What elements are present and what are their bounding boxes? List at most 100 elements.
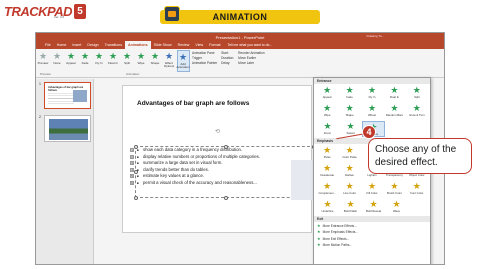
slide-thumbnail-2[interactable] [44, 115, 91, 142]
ribbon-button-effect-options[interactable]: ★ Effect Options [163, 50, 176, 72]
animation-order-tag[interactable]: 5 [130, 174, 134, 178]
slide-image[interactable] [291, 160, 313, 200]
slide-thumbnail-1[interactable]: Advantages of bar graph are follows [44, 82, 91, 109]
effect-complemen[interactable]: ★ Complemen... [316, 181, 338, 197]
group-label-preview: Preview [40, 72, 51, 76]
ribbon-button-appear[interactable]: ★ Appear [65, 50, 78, 72]
slide-title[interactable]: Advantages of bar graph are follows [137, 100, 249, 107]
ribbon-button-label: Shape [150, 61, 160, 65]
resize-handle[interactable] [134, 196, 138, 200]
effect-label: Transparency [385, 173, 403, 177]
effect-underline[interactable]: ★ Underline [316, 199, 339, 215]
resize-handle[interactable] [134, 145, 138, 149]
effect-label: Zoom [323, 131, 332, 135]
effect-float-in[interactable]: ★ Float In [383, 85, 405, 101]
ribbon-button-float-in[interactable]: ★ Float In [107, 50, 120, 72]
chapter-banner: ANIMATION [160, 6, 320, 24]
banner-title: ANIMATION [212, 12, 268, 22]
ribbon-options-options-col2: Start: Duration: Delay: [219, 49, 236, 77]
effect-label: Underline [321, 209, 334, 213]
effect-bold-flash[interactable]: ★ Bold Flash [339, 199, 362, 215]
menu-tab-transitions[interactable]: Transitions [102, 41, 125, 49]
effect-fly-in[interactable]: ★ Fly In [361, 85, 383, 101]
tell-me-search[interactable]: Tell me what you want to do... [228, 43, 273, 47]
window-title: Presentation1 - PowerPoint [215, 34, 265, 40]
menu-tab-review[interactable]: Review [175, 41, 193, 49]
ribbon-button-preview[interactable]: ★ Preview [37, 50, 50, 72]
effect-label: Wave [392, 209, 401, 213]
slide-number-2: 2 [39, 115, 41, 119]
effect-label: Font Color [410, 191, 424, 195]
menu-tab-format[interactable]: Format [206, 41, 223, 49]
effect-line-color[interactable]: ★ Line Color [338, 181, 360, 197]
brand-logo: TRACKPAD 5 [4, 4, 86, 19]
menu-more-motion-paths[interactable]: ★ More Motion Paths... [317, 242, 427, 248]
effect-font-color[interactable]: ★ Font Color [406, 181, 428, 197]
thumbnail-text [48, 91, 74, 105]
menu-label: More Motion Paths... [322, 242, 353, 247]
ribbon-option[interactable]: Delay: [221, 61, 234, 66]
ribbon-button-split[interactable]: ★ Split [121, 50, 134, 72]
effect-label: Appear [322, 95, 332, 99]
group-label-animation: Animation [126, 72, 140, 76]
menu-tab-home[interactable]: Home [54, 41, 70, 49]
effect-darken[interactable]: ★ Darken [338, 163, 360, 179]
gallery-row: ★ Wipe ★ Shape ★ Wheel ★ Random Bars ★ Grow & Tur… [314, 102, 430, 120]
effect-split[interactable]: ★ Split [406, 85, 428, 101]
effect-fill-color[interactable]: ★ Fill Color [361, 181, 383, 197]
effect-grow-turn[interactable]: ★ Grow & Turn [406, 103, 428, 119]
effect-brush-color[interactable]: ★ Brush Color [383, 181, 405, 197]
ribbon-button-label: None [53, 61, 61, 65]
bullet-item[interactable]: permit a visual check of the accuracy an… [136, 180, 314, 187]
ribbon-button-wipe[interactable]: ★ Wipe [135, 50, 148, 72]
gallery-row: ★ Complemen... ★ Line Color ★ Fill Color ★ Brus… [314, 180, 430, 198]
menu-tab-insert[interactable]: Insert [69, 41, 84, 49]
effect-pulse[interactable]: ★ Pulse [316, 145, 338, 161]
resize-handle[interactable] [134, 170, 138, 174]
effect-wheel[interactable]: ★ Wheel [361, 103, 383, 119]
animation-order-tag[interactable]: 2 [130, 154, 134, 159]
effect-label: Fade [346, 95, 353, 99]
effect-appear[interactable]: ★ Appear [316, 85, 338, 101]
effect-desaturate[interactable]: ★ Desaturate [316, 163, 338, 179]
effect-wave[interactable]: ★ Wave [385, 199, 408, 215]
menu-bar: File Home Insert Design Transitions Animation… [36, 41, 444, 49]
rotate-handle-icon[interactable]: ⟲ [215, 128, 220, 135]
star-icon: ★ [317, 241, 321, 247]
animation-order-tag[interactable]: 6 [130, 180, 134, 185]
animation-order-tag[interactable]: 1 [130, 148, 134, 152]
ribbon-button-label: Effect Options [163, 61, 175, 69]
effect-shape[interactable]: ★ Shape [338, 103, 360, 119]
animation-order-tag[interactable]: 3 [130, 161, 134, 165]
ribbon-button-add-animation[interactable]: ★ Add Animation [176, 50, 190, 72]
effect-label: Desaturate [320, 173, 335, 177]
effect-bold-reveal[interactable]: ★ Bold Reveal [362, 199, 385, 215]
ribbon-button-none[interactable]: ★ None [51, 50, 64, 72]
menu-tab-design[interactable]: Design [84, 41, 101, 49]
effect-zoom[interactable]: ★ Zoom [316, 121, 339, 137]
effect-wipe[interactable]: ★ Wipe [316, 103, 338, 119]
menu-tab-animations[interactable]: Animations [125, 41, 151, 49]
effect-fade[interactable]: ★ Fade [338, 85, 360, 101]
resize-handle[interactable] [224, 196, 228, 200]
ribbon-button-shape[interactable]: ★ Shape [149, 50, 162, 72]
effect-label: Fill Color [366, 191, 378, 195]
resize-handle[interactable] [224, 145, 228, 149]
ribbon-option[interactable]: Move Later [238, 61, 264, 66]
menu-tab-view[interactable]: View [192, 41, 206, 49]
ribbon-option[interactable]: Animation Painter [192, 61, 217, 66]
computer-icon [164, 6, 180, 22]
ribbon-button-label: Fly In [95, 61, 103, 65]
effect-label: Color Pulse [342, 155, 357, 159]
bullet-text-box[interactable]: show each data category in a frequency d… [130, 145, 316, 200]
menu-tab-file[interactable]: File [42, 41, 54, 49]
effect-label: Line Color [343, 191, 356, 195]
drawing-tools-label: Drawing To... [366, 34, 384, 38]
ribbon-button-fade[interactable]: ★ Fade [79, 50, 92, 72]
effect-random-bars[interactable]: ★ Random Bars [383, 103, 405, 119]
effect-color-pulse[interactable]: ★ Color Pulse [338, 145, 360, 161]
slide-canvas[interactable]: Advantages of bar graph are follows ⟲ sh… [122, 85, 316, 233]
menu-tab-slide-show[interactable]: Slide Show [151, 41, 175, 49]
brand-badge: 5 [73, 4, 86, 19]
ribbon-button-fly-in[interactable]: ★ Fly In [93, 50, 106, 72]
